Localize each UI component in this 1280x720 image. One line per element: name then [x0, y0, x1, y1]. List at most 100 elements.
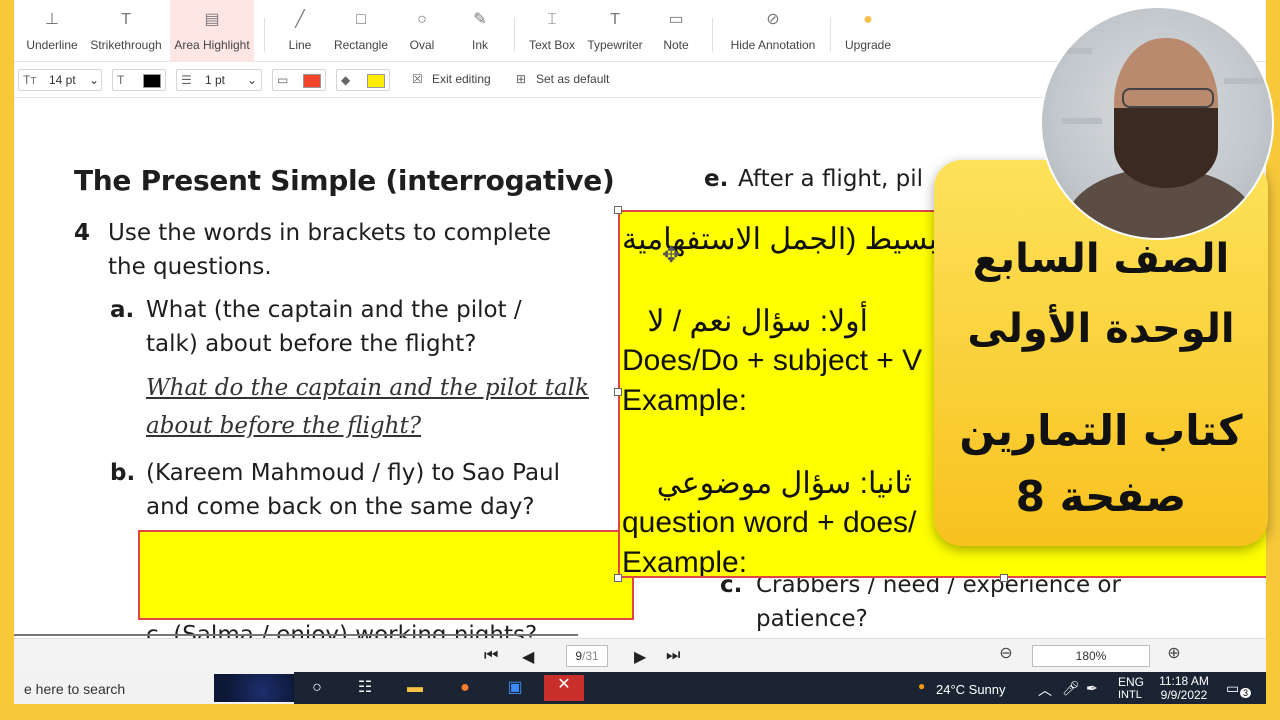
font-size-select[interactable]: TT 14 pt ⌄ — [18, 69, 102, 91]
file-explorer-icon[interactable]: ▬ — [404, 678, 426, 698]
line-width-select[interactable]: ☰ 1 pt ⌄ — [176, 69, 262, 91]
microphone-icon[interactable]: 🎤︎ — [1062, 680, 1080, 697]
answer-text: What do the captain and the pilot talk — [146, 375, 589, 401]
question-text: (Kareem Mahmoud / fly) to Sao Paul — [146, 460, 561, 486]
card-title-line: كتاب التمارين — [959, 406, 1243, 455]
item-label: a. — [110, 297, 135, 323]
question-text: What (the captain and the pilot / — [146, 297, 522, 323]
page-number-field[interactable]: 9/31 — [566, 645, 608, 667]
underline-tool[interactable]: ⊥ Underline — [22, 0, 82, 62]
border-color-icon: ▭ — [277, 73, 289, 87]
pdf-app-icon[interactable]: ✕ — [544, 675, 584, 701]
notification-icon[interactable]: ▭ — [1226, 680, 1239, 697]
line-width-icon: ☰ — [181, 73, 192, 87]
zoom-in-icon[interactable]: ⊕ — [1164, 645, 1184, 665]
ink-icon: ✎ — [473, 11, 487, 28]
text-box-tool[interactable]: ⌶ Text Box — [526, 0, 578, 62]
page-divider — [14, 634, 578, 636]
first-page-icon[interactable]: ⏮ — [484, 647, 498, 665]
answer-text: about before the flight? — [146, 413, 422, 439]
area-highlight-tool[interactable]: ▤ Area Highlight — [170, 0, 254, 62]
resize-handle[interactable] — [614, 206, 622, 214]
resize-handle[interactable] — [614, 574, 622, 582]
clock[interactable]: 11:18 AM 9/9/2022 — [1156, 674, 1212, 702]
zoom-out-icon[interactable]: ⊖ — [996, 645, 1016, 665]
underline-icon: ⊥ — [45, 11, 59, 28]
widgets-icon[interactable]: ☷ — [354, 678, 376, 698]
resize-handle[interactable] — [1000, 574, 1008, 582]
sticky-line: Example: — [622, 546, 748, 578]
sticky-line: أولا: سؤال نعم / لا — [647, 305, 868, 338]
webcam-feed-image — [1040, 6, 1274, 240]
card-title-line: الصف السابع — [972, 236, 1230, 282]
text-color-picker[interactable]: T — [112, 69, 166, 91]
card-title-line: صفحة 8 — [1015, 472, 1187, 521]
question-text: patience? — [756, 606, 868, 632]
hide-annotation-tool[interactable]: ⊘ Hide Annotation — [726, 0, 820, 62]
sticky-line: question word + does/ — [622, 506, 917, 539]
shelf — [1224, 78, 1264, 84]
weather-text[interactable]: 24°C Sunny — [936, 682, 1006, 697]
chevron-down-icon: ⌄ — [89, 73, 100, 87]
exit-editing-icon: ☒ — [412, 72, 423, 86]
search-highlight-image — [214, 674, 294, 702]
firefox-icon[interactable]: ● — [454, 678, 476, 698]
upgrade-icon: ● — [863, 11, 873, 28]
move-cursor-icon[interactable]: ✥ — [662, 242, 680, 268]
note-tool[interactable]: ▭ Note — [654, 0, 698, 62]
set-default-icon: ⊞ — [516, 72, 527, 86]
language-indicator[interactable]: ENG INTL — [1118, 675, 1144, 701]
border-color-swatch — [303, 74, 321, 88]
pen-icon[interactable]: ✒ — [1086, 680, 1098, 697]
next-page-icon[interactable]: ▶ — [634, 647, 646, 667]
area-highlight-annotation[interactable] — [138, 530, 634, 620]
sticky-line: ثانيا: سؤال موضوعي — [656, 467, 912, 500]
border-color-picker[interactable]: ▭ — [272, 69, 326, 91]
instruction-line: the questions. — [108, 254, 272, 280]
weather-icon[interactable]: ● — [918, 679, 925, 693]
exit-editing-button[interactable]: Exit editing — [432, 72, 491, 86]
strikethrough-tool[interactable]: T Strikethrough — [88, 0, 164, 62]
upgrade-tool[interactable]: ● Upgrade — [840, 0, 896, 62]
oval-tool[interactable]: ○ Oval — [400, 0, 444, 62]
font-size-icon: TT — [23, 73, 37, 87]
notification-badge: 3 — [1240, 688, 1252, 698]
presenter-beard — [1114, 108, 1218, 188]
note-icon: ▭ — [668, 11, 684, 28]
question-text: and come back on the same day? — [146, 494, 535, 520]
resize-handle[interactable] — [614, 388, 622, 396]
oval-icon: ○ — [417, 11, 427, 28]
shelf — [1062, 118, 1102, 124]
chevron-up-icon[interactable]: ︿ — [1038, 680, 1052, 700]
task-view-icon[interactable]: ○ — [306, 678, 328, 698]
divider — [514, 18, 515, 52]
windows-taskbar: e here to search ○ ☷ ▬ ● ▣ ✕ ● 24°C Sunn… — [14, 672, 1266, 704]
divider — [264, 18, 265, 52]
divider — [830, 18, 831, 52]
glasses-icon — [1122, 88, 1214, 108]
line-tool[interactable]: ╱ Line — [278, 0, 322, 62]
sticky-line: Does/Do + subject + V — [622, 344, 923, 377]
set-default-button[interactable]: Set as default — [536, 72, 609, 86]
area-highlight-icon: ▤ — [204, 11, 220, 28]
text-color-swatch — [143, 74, 161, 88]
instruction-line: Use the words in brackets to complete — [108, 220, 552, 246]
question-text: talk) about before the flight? — [146, 331, 477, 357]
typewriter-tool[interactable]: T Typewriter — [584, 0, 646, 62]
text-box-icon: ⌶ — [547, 11, 557, 28]
last-page-icon[interactable]: ⏭ — [666, 647, 680, 665]
line-icon: ╱ — [295, 11, 305, 28]
taskbar-search-box[interactable]: e here to search — [14, 672, 294, 704]
text-color-icon: T — [117, 73, 125, 87]
page-navigation-bar: ⏮ ◀ 9/31 ▶ ⏭ ⊖ 180% ⊕ — [14, 638, 1266, 672]
hide-annotation-icon: ⊘ — [766, 11, 780, 28]
card-title-line: الوحدة الأولى — [967, 306, 1235, 352]
fill-color-picker[interactable]: ◆ — [336, 69, 390, 91]
zoom-level-field[interactable]: 180% — [1032, 645, 1150, 667]
item-label: b. — [110, 460, 136, 486]
previous-page-icon[interactable]: ◀ — [522, 647, 534, 667]
zoom-app-icon[interactable]: ▣ — [504, 678, 526, 698]
ink-tool[interactable]: ✎ Ink — [458, 0, 502, 62]
rectangle-tool[interactable]: □ Rectangle — [330, 0, 392, 62]
chevron-down-icon: ⌄ — [247, 73, 258, 87]
